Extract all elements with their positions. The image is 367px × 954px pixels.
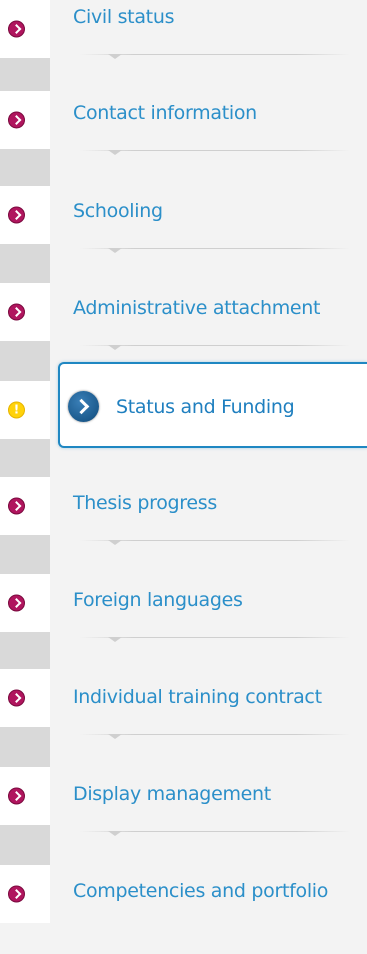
status-indicator-thesis-progress — [0, 477, 50, 535]
chevron-right-circle-icon — [8, 206, 25, 224]
status-indicator-foreign-languages — [0, 574, 50, 632]
status-indicator-schooling — [0, 186, 50, 244]
chevron-right-circle-icon — [8, 20, 25, 38]
menu-item-foreign-languages[interactable]: Foreign languages — [60, 583, 367, 663]
menu-item-individual-training-contract[interactable]: Individual training contract — [60, 680, 367, 760]
menu-item-label[interactable]: Individual training contract — [73, 686, 322, 708]
status-indicator-status-and-funding — [0, 381, 50, 439]
menu-separator — [80, 637, 350, 642]
status-indicator-competencies-and-portfolio — [0, 865, 50, 923]
status-indicator-individual-training-contract — [0, 669, 50, 727]
menu-item-label[interactable]: Thesis progress — [73, 492, 217, 514]
status-indicator-civil-status — [0, 0, 50, 58]
menu-item-label[interactable]: Foreign languages — [73, 589, 243, 611]
menu-separator — [80, 150, 350, 155]
exclamation-circle-icon — [8, 401, 25, 419]
menu-item-competencies-and-portfolio[interactable]: Competencies and portfolio — [60, 874, 367, 954]
status-indicator-display-management — [0, 767, 50, 825]
menu-item-civil-status[interactable]: Civil status — [60, 0, 367, 80]
menu-item-administrative-attachment[interactable]: Administrative attachment — [60, 291, 367, 371]
chevron-right-circle-icon — [8, 111, 25, 129]
chevron-right-circle-icon — [8, 885, 25, 903]
menu-separator — [80, 734, 350, 739]
status-indicator-contact-information — [0, 91, 50, 149]
menu-item-label[interactable]: Contact information — [73, 102, 257, 124]
menu-separator — [80, 248, 350, 253]
menu-item-thesis-progress[interactable]: Thesis progress — [60, 486, 367, 566]
chevron-right-circle-icon — [8, 497, 25, 515]
chevron-right-circle-icon — [8, 303, 25, 321]
menu-separator — [80, 54, 350, 59]
menu-item-contact-information[interactable]: Contact information — [60, 96, 367, 176]
menu-item-label[interactable]: Status and Funding — [116, 396, 295, 418]
menu-separator — [80, 540, 350, 545]
status-indicator-administrative-attachment — [0, 283, 50, 341]
menu-item-label[interactable]: Competencies and portfolio — [73, 880, 328, 902]
chevron-right-circle-icon — [8, 594, 25, 612]
menu-separator — [80, 831, 350, 836]
menu-item-label[interactable]: Administrative attachment — [73, 297, 321, 319]
menu-item-status-and-funding[interactable]: Status and Funding — [58, 362, 367, 448]
menu-item-schooling[interactable]: Schooling — [60, 194, 367, 274]
chevron-right-circle-icon — [68, 391, 99, 422]
chevron-right-circle-icon — [8, 689, 25, 707]
chevron-right-circle-icon — [8, 787, 25, 805]
menu-item-display-management[interactable]: Display management — [60, 777, 367, 857]
menu-item-label[interactable]: Civil status — [73, 6, 174, 28]
menu-item-label[interactable]: Display management — [73, 783, 271, 805]
menu-separator — [80, 345, 350, 350]
menu-item-label[interactable]: Schooling — [73, 200, 163, 222]
